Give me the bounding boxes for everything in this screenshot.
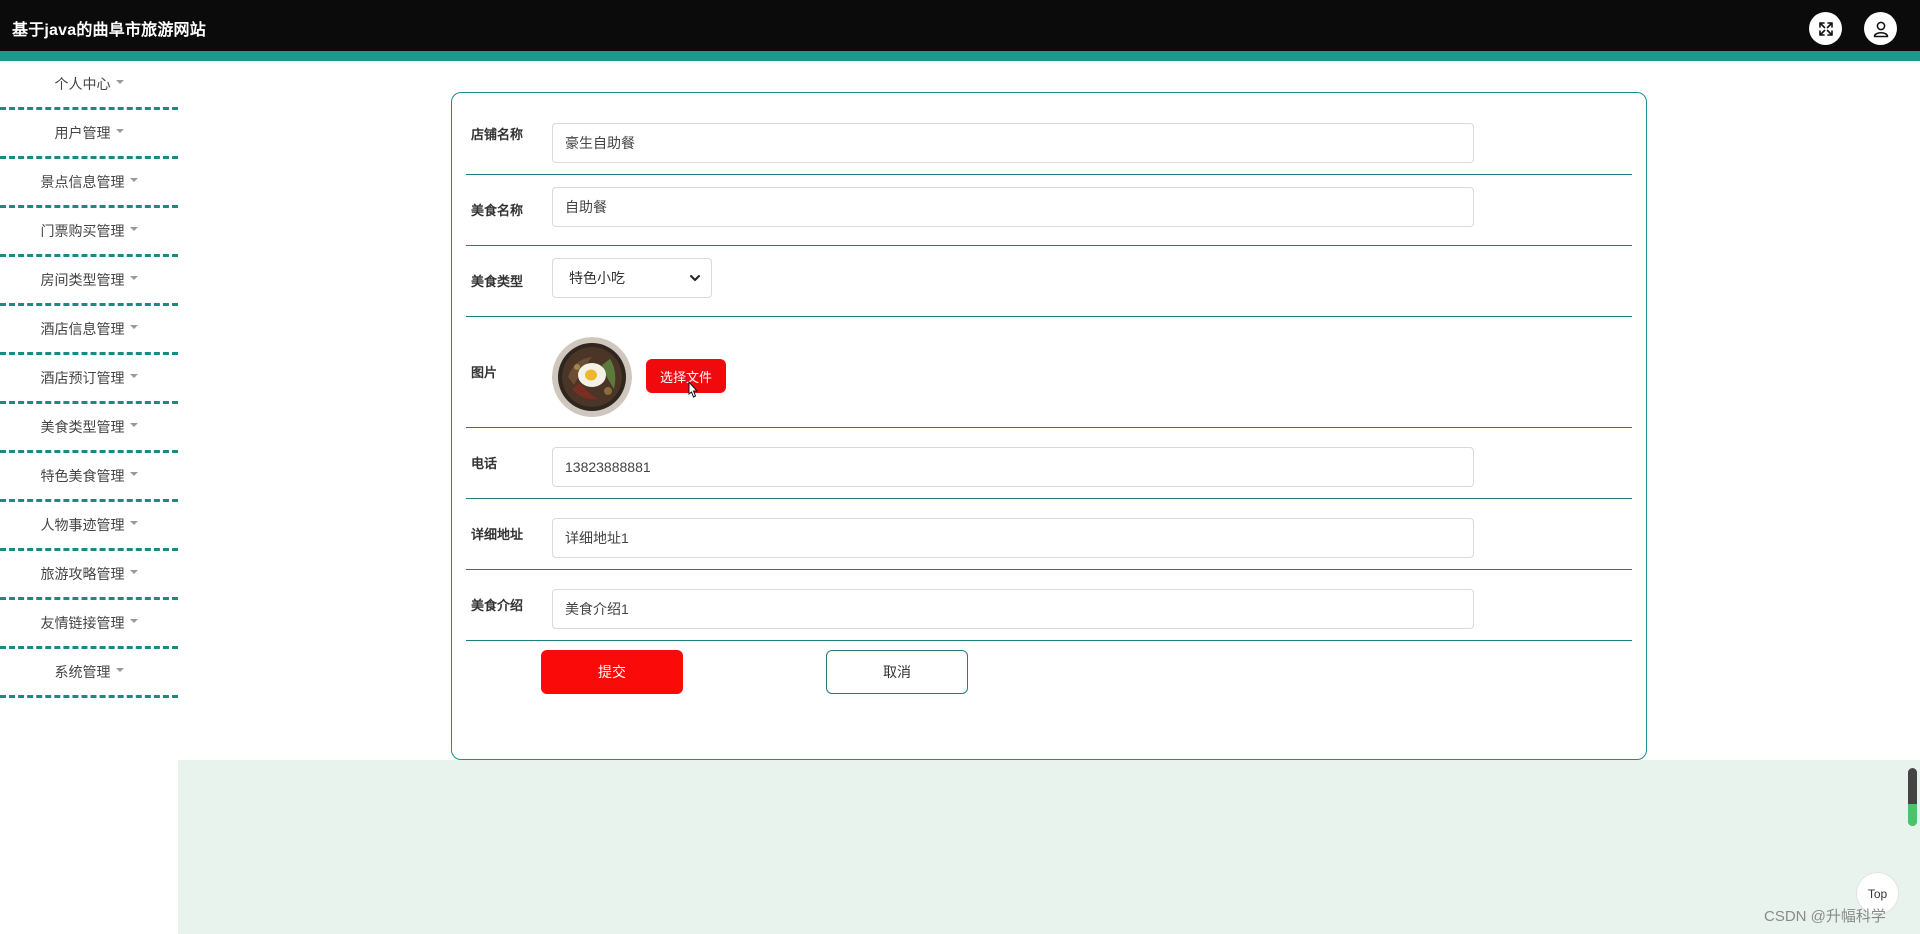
top-bar: 基于java的曲阜市旅游网站	[0, 0, 1920, 51]
caret-down-icon	[129, 423, 138, 427]
form-row-intro: 美食介绍	[466, 569, 1632, 641]
caret-down-icon	[129, 227, 138, 231]
sidebar-item-label: 酒店信息管理	[40, 321, 125, 337]
sidebar-item-special-food[interactable]: 特色美食管理	[0, 453, 178, 502]
sidebar-item-label: 特色美食管理	[40, 468, 125, 484]
sidebar-item-hotel-info[interactable]: 酒店信息管理	[0, 306, 178, 355]
caret-down-icon	[129, 325, 138, 329]
intro-label: 美食介绍	[471, 598, 524, 613]
header-accent-strip	[0, 51, 1920, 61]
user-button[interactable]	[1864, 12, 1897, 45]
food-name-label: 美食名称	[471, 203, 524, 218]
caret-down-icon	[129, 374, 138, 378]
sidebar-item-label: 用户管理	[54, 125, 111, 141]
caret-down-icon	[129, 472, 138, 476]
phone-input[interactable]	[552, 447, 1474, 487]
picture-label: 图片	[471, 365, 498, 380]
sidebar-item-travel-guide[interactable]: 旅游攻略管理	[0, 551, 178, 600]
food-type-label: 美食类型	[471, 274, 524, 289]
scrollbar-thumb[interactable]	[1908, 804, 1917, 826]
app-title: 基于java的曲阜市旅游网站	[12, 22, 206, 39]
sidebar-item-system[interactable]: 系统管理	[0, 649, 178, 698]
caret-down-icon	[129, 619, 138, 623]
caret-down-icon	[129, 521, 138, 525]
watermark: CSDN @升幅科学	[1764, 908, 1886, 925]
form-row-picture: 图片 选择文件	[466, 316, 1632, 428]
shop-name-label: 店铺名称	[471, 127, 524, 142]
scrollbar[interactable]	[1908, 768, 1917, 826]
sidebar-item-label: 友情链接管理	[40, 615, 125, 631]
sidebar-item-friend-links[interactable]: 友情链接管理	[0, 600, 178, 649]
submit-button[interactable]: 提交	[541, 650, 683, 694]
food-type-selected-value: 特色小吃	[569, 270, 625, 286]
form-row-address: 详细地址	[466, 498, 1632, 570]
content-footer-area	[178, 760, 1920, 934]
phone-label: 电话	[471, 456, 498, 471]
sidebar-item-people-stories[interactable]: 人物事迹管理	[0, 502, 178, 551]
form-row-phone: 电话	[466, 427, 1632, 499]
sidebar-item-personal-center[interactable]: 个人中心	[0, 61, 178, 110]
form-row-shop-name: 店铺名称	[466, 93, 1632, 175]
caret-down-icon	[129, 276, 138, 280]
sidebar-item-label: 个人中心	[54, 76, 111, 92]
food-type-select[interactable]: 特色小吃	[552, 258, 712, 298]
sidebar-item-room-type[interactable]: 房间类型管理	[0, 257, 178, 306]
sidebar-item-label: 人物事迹管理	[40, 517, 125, 533]
mouse-cursor-icon	[688, 381, 699, 398]
intro-input[interactable]	[552, 589, 1474, 629]
shop-name-input[interactable]	[552, 123, 1474, 163]
form-row-food-name: 美食名称	[466, 174, 1632, 246]
caret-down-icon	[115, 129, 124, 133]
sidebar-item-label: 景点信息管理	[40, 174, 125, 190]
chevron-down-icon	[690, 275, 700, 281]
sidebar-item-label: 酒店预订管理	[40, 370, 125, 386]
address-input[interactable]	[552, 518, 1474, 558]
user-icon	[1873, 21, 1888, 37]
sidebar-item-food-type[interactable]: 美食类型管理	[0, 404, 178, 453]
caret-down-icon	[129, 178, 138, 182]
sidebar: 个人中心 用户管理 景点信息管理 门票购买管理 房间类型管理 酒店信息管理 酒店…	[0, 61, 178, 934]
sidebar-item-label: 门票购买管理	[40, 223, 125, 239]
food-name-input[interactable]	[552, 187, 1474, 227]
fullscreen-icon	[1818, 21, 1833, 36]
address-label: 详细地址	[471, 527, 524, 542]
caret-down-icon	[115, 80, 124, 84]
cancel-button[interactable]: 取消	[826, 650, 968, 694]
caret-down-icon	[115, 668, 124, 672]
sidebar-item-scenic-info[interactable]: 景点信息管理	[0, 159, 178, 208]
sidebar-item-ticket-purchase[interactable]: 门票购买管理	[0, 208, 178, 257]
sidebar-item-label: 旅游攻略管理	[40, 566, 125, 582]
sidebar-item-user-management[interactable]: 用户管理	[0, 110, 178, 159]
food-thumbnail-image	[552, 337, 632, 417]
caret-down-icon	[129, 570, 138, 574]
sidebar-item-hotel-booking[interactable]: 酒店预订管理	[0, 355, 178, 404]
sidebar-item-label: 美食类型管理	[40, 419, 125, 435]
form-row-food-type: 美食类型 特色小吃	[466, 245, 1632, 317]
sidebar-item-label: 房间类型管理	[40, 272, 125, 288]
sidebar-item-label: 系统管理	[54, 664, 111, 680]
fullscreen-button[interactable]	[1809, 12, 1842, 45]
